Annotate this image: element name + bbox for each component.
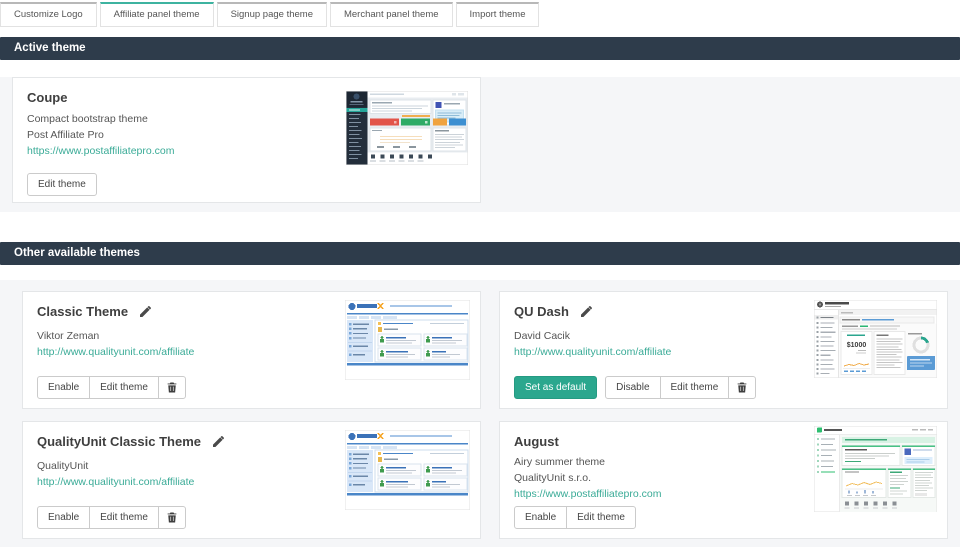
other-themes-grid: Classic Theme Viktor Zeman http://www.qu…	[22, 291, 948, 539]
theme-actions: Edit theme	[27, 173, 97, 196]
theme-actions-group: Disable Edit theme	[605, 376, 756, 399]
delete-theme-button[interactable]	[158, 376, 186, 399]
delete-theme-button[interactable]	[728, 376, 756, 399]
other-themes-section-header: Other available themes	[0, 242, 960, 265]
qualityunit-classic-theme-thumbnail	[345, 430, 470, 510]
trash-icon	[167, 512, 177, 523]
theme-url-link[interactable]: http://www.qualityunit.com/affiliate	[37, 346, 194, 358]
active-theme-band: Coupe Compact bootstrap theme Post Affil…	[0, 77, 960, 212]
trash-icon	[737, 382, 747, 393]
coupe-theme-thumbnail	[346, 91, 468, 165]
theme-name: QU Dash	[514, 304, 569, 319]
delete-theme-button[interactable]	[158, 506, 186, 529]
qu-dash-theme-thumbnail: $1000	[814, 300, 937, 378]
tab-signup-page-theme[interactable]: Signup page theme	[217, 2, 327, 27]
enable-theme-button[interactable]: Enable	[514, 506, 567, 529]
theme-actions-group: Enable Edit theme	[514, 506, 636, 529]
tab-import-theme[interactable]: Import theme	[456, 2, 540, 27]
enable-theme-button[interactable]: Enable	[37, 506, 90, 529]
theme-actions-group: Enable Edit theme	[37, 376, 186, 399]
theme-url-link[interactable]: http://www.qualityunit.com/affiliate	[37, 476, 194, 488]
theme-actions-group: Enable Edit theme	[37, 506, 186, 529]
pencil-icon[interactable]	[140, 306, 151, 317]
edit-theme-button[interactable]: Edit theme	[660, 376, 730, 399]
pencil-icon[interactable]	[581, 306, 592, 317]
tab-merchant-panel-theme[interactable]: Merchant panel theme	[330, 2, 453, 27]
theme-tabbar: Customize Logo Affiliate panel theme Sig…	[0, 0, 960, 27]
pencil-icon[interactable]	[213, 436, 224, 447]
edit-theme-button[interactable]: Edit theme	[89, 506, 159, 529]
theme-actions: Enable Edit theme	[37, 376, 186, 399]
edit-theme-button[interactable]: Edit theme	[27, 173, 97, 196]
qu-dash-amount-text: $1000	[847, 342, 867, 349]
enable-theme-button[interactable]: Enable	[37, 376, 90, 399]
theme-actions: Enable Edit theme	[514, 506, 636, 529]
theme-name: August	[514, 434, 559, 449]
theme-url-link[interactable]: http://www.qualityunit.com/affiliate	[514, 346, 671, 358]
theme-card-qualityunit-classic: QualityUnit Classic Theme QualityUnit ht…	[22, 421, 481, 539]
set-as-default-button[interactable]: Set as default	[514, 376, 597, 399]
theme-actions: Enable Edit theme	[37, 506, 186, 529]
disable-theme-button[interactable]: Disable	[605, 376, 660, 399]
theme-card-coupe: Coupe Compact bootstrap theme Post Affil…	[12, 77, 481, 203]
classic-theme-thumbnail	[345, 300, 470, 380]
theme-card-qu-dash: QU Dash David Cacik http://www.qualityun…	[499, 291, 948, 409]
trash-icon	[167, 382, 177, 393]
edit-theme-button[interactable]: Edit theme	[566, 506, 636, 529]
theme-actions: Set as default Disable Edit theme	[514, 376, 756, 399]
active-theme-section-header: Active theme	[0, 37, 960, 60]
other-themes-band: Classic Theme Viktor Zeman http://www.qu…	[0, 280, 960, 547]
august-theme-thumbnail	[814, 426, 937, 512]
theme-url-link[interactable]: https://www.postaffiliatepro.com	[514, 488, 661, 500]
tab-affiliate-panel-theme[interactable]: Affiliate panel theme	[100, 2, 214, 27]
edit-theme-button[interactable]: Edit theme	[89, 376, 159, 399]
theme-url-link[interactable]: https://www.postaffiliatepro.com	[27, 145, 174, 157]
theme-card-august: August Airy summer theme QualityUnit s.r…	[499, 421, 948, 539]
tab-customize-logo[interactable]: Customize Logo	[0, 2, 97, 27]
theme-name: QualityUnit Classic Theme	[37, 434, 201, 449]
theme-card-classic: Classic Theme Viktor Zeman http://www.qu…	[22, 291, 481, 409]
theme-name: Classic Theme	[37, 304, 128, 319]
page-root: Customize Logo Affiliate panel theme Sig…	[0, 0, 960, 547]
